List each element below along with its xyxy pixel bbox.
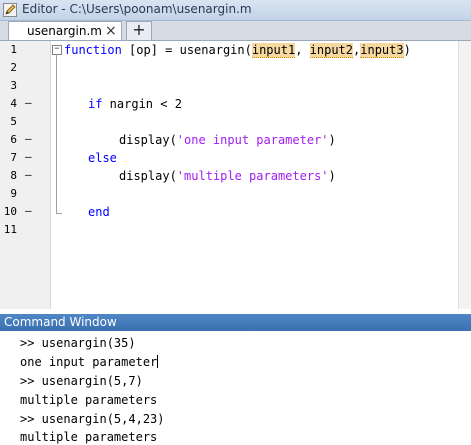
string-literal: 'multiple parameters' bbox=[176, 169, 329, 183]
new-tab-button[interactable]: + bbox=[126, 21, 152, 40]
code-line: 1 function [op] = usenargin(input1, inpu… bbox=[0, 41, 471, 59]
code-line: 3 bbox=[0, 77, 471, 95]
code-segment: ) bbox=[403, 43, 411, 57]
tab-usenargin[interactable]: usenargin.m × bbox=[8, 21, 122, 40]
line-number: 5 bbox=[10, 115, 17, 128]
line-number: 10 bbox=[3, 205, 17, 218]
code-segment: ) bbox=[328, 169, 336, 183]
line-number: 11 bbox=[3, 223, 17, 236]
code-text: end bbox=[88, 205, 110, 219]
breakpoint-marker[interactable]: – bbox=[25, 204, 32, 217]
code-text: else bbox=[88, 151, 117, 165]
code-line: 9 bbox=[0, 185, 471, 203]
editor-scrollbar[interactable] bbox=[458, 41, 471, 309]
code-segment: [op] = usenargin( bbox=[121, 43, 252, 57]
unused-arg-highlight: input1 bbox=[251, 43, 296, 58]
command-line: >> usenargin(5,4,23) bbox=[20, 412, 165, 426]
breakpoint-marker[interactable]: – bbox=[25, 132, 32, 145]
breakpoint-marker[interactable]: – bbox=[25, 150, 32, 163]
keyword: else bbox=[88, 151, 117, 165]
line-number: 7 bbox=[10, 151, 17, 164]
line-number: 3 bbox=[10, 79, 17, 92]
code-text: if nargin < 2 bbox=[88, 97, 182, 111]
command-output-line: multiple parameters bbox=[20, 393, 158, 407]
command-window[interactable]: >> usenargin(35) one input parameter >> … bbox=[0, 331, 471, 445]
line-number: 4 bbox=[10, 97, 17, 110]
window-title: Editor - C:\Users\poonam\usenargin.m bbox=[22, 2, 252, 16]
code-line: 6 – display('one input parameter') bbox=[0, 131, 471, 149]
code-segment: display( bbox=[119, 169, 177, 183]
code-segment: , bbox=[295, 43, 310, 57]
window-title-bar: Editor - C:\Users\poonam\usenargin.m bbox=[0, 0, 471, 21]
code-line: 8 – display('multiple parameters') bbox=[0, 167, 471, 185]
keyword: if bbox=[88, 97, 103, 111]
command-output-text: one input parameter bbox=[20, 355, 158, 369]
code-segment: display( bbox=[119, 133, 177, 147]
code-segment: nargin < 2 bbox=[102, 97, 182, 111]
code-line: 7 – else bbox=[0, 149, 471, 167]
code-editor[interactable]: − 1 function [op] = usenargin(input1, in… bbox=[0, 41, 471, 309]
text-caret bbox=[157, 355, 159, 368]
code-line: 4 – if nargin < 2 bbox=[0, 95, 471, 113]
command-window-title-bar[interactable]: Command Window bbox=[0, 314, 471, 331]
breakpoint-marker[interactable]: – bbox=[25, 96, 32, 109]
code-text: display('one input parameter') bbox=[119, 133, 336, 147]
code-segment: ) bbox=[328, 133, 336, 147]
command-output-line: multiple parameters bbox=[20, 430, 158, 444]
editor-pencil-icon bbox=[3, 3, 17, 17]
keyword: function bbox=[64, 43, 122, 57]
command-window-title: Command Window bbox=[4, 315, 117, 329]
unused-arg-highlight: input2 bbox=[309, 43, 354, 58]
line-number: 1 bbox=[10, 43, 17, 56]
code-text: display('multiple parameters') bbox=[119, 169, 336, 183]
breakpoint-marker[interactable]: – bbox=[25, 168, 32, 181]
command-line: >> usenargin(5,7) bbox=[20, 374, 143, 388]
keyword: end bbox=[88, 205, 110, 219]
code-text: function [op] = usenargin(input1, input2… bbox=[64, 43, 411, 58]
line-number: 2 bbox=[10, 61, 17, 74]
line-number: 9 bbox=[10, 187, 17, 200]
code-line: 2 bbox=[0, 59, 471, 77]
code-line: 10 – end bbox=[0, 203, 471, 221]
close-icon[interactable]: × bbox=[105, 23, 117, 39]
command-line: >> usenargin(35) bbox=[20, 336, 136, 350]
tab-label: usenargin.m bbox=[27, 24, 102, 38]
editor-tab-strip: usenargin.m × + bbox=[0, 21, 471, 41]
unused-arg-highlight: input3 bbox=[360, 43, 404, 58]
code-line: 5 bbox=[0, 113, 471, 131]
line-number: 8 bbox=[10, 169, 17, 182]
command-output-line: one input parameter bbox=[20, 355, 159, 369]
line-number: 6 bbox=[10, 133, 17, 146]
string-literal: 'one input parameter' bbox=[176, 133, 329, 147]
code-line: 11 bbox=[0, 221, 471, 239]
